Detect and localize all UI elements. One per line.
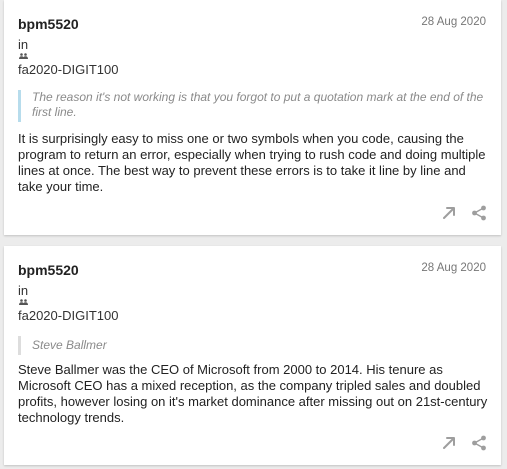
author-name[interactable]: bpm5520 xyxy=(18,16,79,32)
post-feed: bpm5520 28 Aug 2020 in fa2020-DIGIT100 T… xyxy=(0,0,507,469)
group-icon xyxy=(19,299,28,305)
group-name[interactable]: fa2020-DIGIT100 xyxy=(18,62,118,77)
in-label: in xyxy=(18,283,29,298)
post-card: bpm5520 28 Aug 2020 in fa2020-DIGIT100 S… xyxy=(4,246,501,465)
open-arrow-icon[interactable] xyxy=(441,205,457,221)
post-body: It is surprisingly easy to miss one or t… xyxy=(18,131,486,194)
share-icon[interactable] xyxy=(471,205,487,221)
quoted-text: Steve Ballmer xyxy=(18,336,484,355)
group-icon xyxy=(19,53,28,59)
post-body: Steve Ballmer was the CEO of Microsoft f… xyxy=(18,362,488,425)
share-icon[interactable] xyxy=(471,435,487,451)
open-arrow-icon[interactable] xyxy=(441,435,457,451)
author-name[interactable]: bpm5520 xyxy=(18,262,79,278)
post-card: bpm5520 28 Aug 2020 in fa2020-DIGIT100 T… xyxy=(4,0,501,235)
post-actions xyxy=(441,435,487,451)
group-name[interactable]: fa2020-DIGIT100 xyxy=(18,308,118,323)
in-label: in xyxy=(18,37,29,52)
quoted-text: The reason it's not working is that you … xyxy=(18,90,484,122)
post-date: 28 Aug 2020 xyxy=(421,262,486,274)
post-actions xyxy=(441,205,487,221)
post-date: 28 Aug 2020 xyxy=(421,16,486,28)
